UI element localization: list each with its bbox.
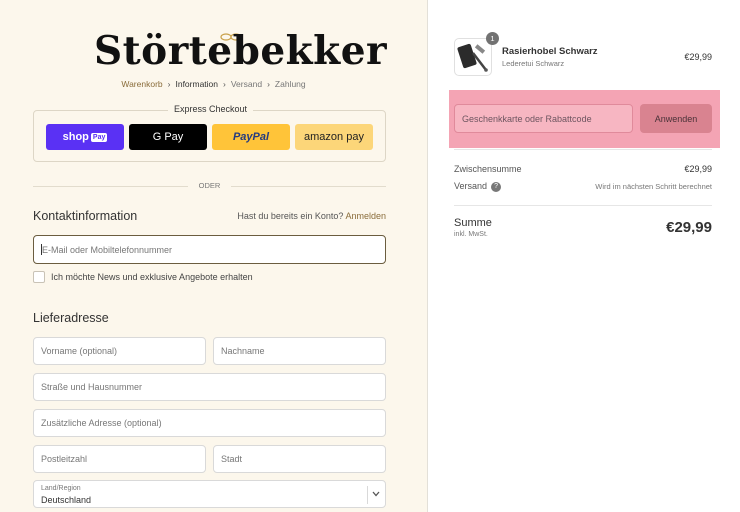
chevron-right-icon: › bbox=[167, 79, 171, 89]
shipping-value: Wird im nächsten Schritt berechnet bbox=[595, 182, 712, 191]
shipping-label: Versand bbox=[454, 181, 488, 191]
subtotal-value: €29,99 bbox=[684, 164, 712, 174]
or-divider: ODER bbox=[33, 180, 386, 192]
brand-logo[interactable]: Störtebekker bbox=[80, 26, 387, 74]
newsletter-option[interactable]: Ich möchte News und exklusive Angebote e… bbox=[33, 271, 253, 283]
shop-pay-label: shop bbox=[62, 131, 89, 143]
product-image bbox=[454, 38, 492, 76]
address2-placeholder: Zusätzliche Adresse (optional) bbox=[41, 418, 162, 428]
postal-code-placeholder: Postleitzahl bbox=[41, 454, 88, 464]
help-icon[interactable]: ? bbox=[491, 181, 502, 192]
postal-code-field[interactable]: Postleitzahl bbox=[33, 445, 206, 473]
product-variant: Lederetui Schwarz bbox=[502, 59, 565, 68]
country-select[interactable]: Land/Region Deutschland bbox=[33, 480, 386, 508]
address2-field[interactable]: Zusätzliche Adresse (optional) bbox=[33, 409, 386, 437]
breadcrumb-information: Information bbox=[175, 79, 219, 89]
discount-code-input[interactable]: Geschenkkarte oder Rabattcode bbox=[454, 104, 633, 133]
shop-pay-button[interactable]: shop Pay bbox=[46, 124, 124, 150]
checkout-main: Störtebekker Warenkorb › Information › Versa… bbox=[0, 0, 427, 512]
breadcrumb-cart[interactable]: Warenkorb bbox=[121, 79, 162, 89]
shop-pay-badge: Pay bbox=[90, 132, 108, 142]
product-name: Rasierhobel Schwarz bbox=[502, 46, 598, 57]
amazon-pay-button[interactable]: amazon pay bbox=[295, 124, 373, 150]
login-link[interactable]: Anmelden bbox=[345, 211, 386, 221]
total-label: Summe bbox=[454, 217, 492, 229]
country-label: Land/Region bbox=[41, 485, 81, 492]
breadcrumb: Warenkorb › Information › Versand › Zahlung bbox=[0, 79, 427, 89]
contact-heading: Kontaktinformation bbox=[33, 209, 138, 223]
chevron-right-icon: › bbox=[223, 79, 226, 89]
account-prompt-text: Hast du bereits ein Konto? bbox=[237, 211, 344, 221]
subtotal-label: Zwischensumme bbox=[454, 164, 522, 174]
city-field[interactable]: Stadt bbox=[213, 445, 386, 473]
amazon-pay-label: amazon pay bbox=[304, 131, 364, 143]
tax-note: inkl. MwSt. bbox=[454, 231, 488, 238]
chevron-down-icon bbox=[372, 491, 380, 497]
first-name-placeholder: Vorname (optional) bbox=[41, 346, 118, 356]
city-placeholder: Stadt bbox=[221, 454, 243, 464]
email-field[interactable]: E-Mail oder Mobiltelefonnummer bbox=[33, 235, 386, 264]
summary-divider bbox=[454, 149, 712, 150]
account-prompt: Hast du bereits ein Konto? Anmelden bbox=[237, 211, 386, 221]
express-checkout-title: Express Checkout bbox=[167, 104, 254, 114]
google-pay-label: G Pay bbox=[152, 131, 184, 143]
first-name-field[interactable]: Vorname (optional) bbox=[33, 337, 206, 365]
razor-icon bbox=[457, 43, 488, 72]
apply-discount-button[interactable]: Anwenden bbox=[640, 104, 712, 133]
shipping-row: Versand? bbox=[454, 181, 502, 192]
breadcrumb-shipping: Versand bbox=[230, 79, 263, 89]
email-placeholder: E-Mail oder Mobiltelefonnummer bbox=[42, 244, 173, 255]
breadcrumb-payment: Zahlung bbox=[274, 79, 306, 89]
newsletter-label: Ich möchte News und exklusive Angebote e… bbox=[51, 272, 253, 282]
paypal-label: PayPal bbox=[232, 131, 270, 143]
logo-text: Störtebekker bbox=[94, 28, 388, 74]
discount-placeholder: Geschenkkarte oder Rabattcode bbox=[462, 113, 592, 124]
express-checkout: Express Checkout shop Pay G Pay PayPal am… bbox=[33, 104, 386, 162]
last-name-field[interactable]: Nachname bbox=[213, 337, 386, 365]
country-value: Deutschland bbox=[41, 495, 92, 505]
paypal-button[interactable]: PayPal bbox=[212, 124, 290, 150]
last-name-placeholder: Nachname bbox=[221, 346, 265, 356]
street-field[interactable]: Straße und Hausnummer bbox=[33, 373, 386, 401]
quantity-badge: 1 bbox=[486, 32, 499, 45]
total-divider bbox=[454, 205, 712, 206]
newsletter-checkbox[interactable] bbox=[33, 271, 45, 283]
shipping-heading: Lieferadresse bbox=[33, 311, 109, 325]
street-placeholder: Straße und Hausnummer bbox=[41, 382, 143, 392]
product-price: €29,99 bbox=[684, 52, 712, 62]
chevron-right-icon: › bbox=[267, 79, 270, 89]
google-pay-button[interactable]: G Pay bbox=[129, 124, 207, 150]
total-value: €29,99 bbox=[666, 219, 712, 236]
